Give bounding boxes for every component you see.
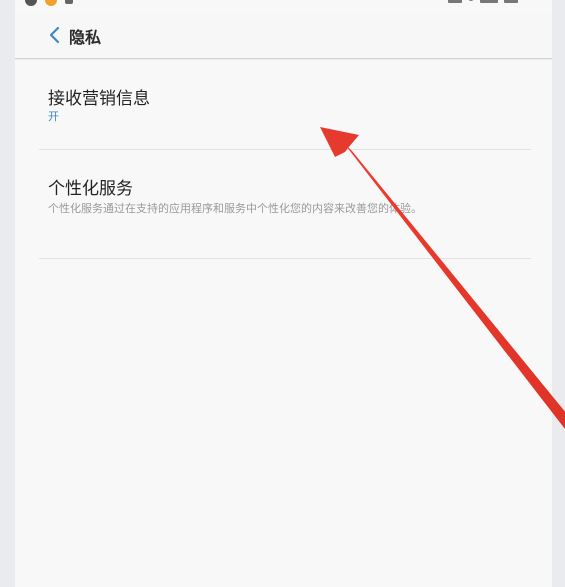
signal-icon <box>480 0 498 3</box>
status-right-icons <box>448 0 518 3</box>
network-icon <box>448 0 462 3</box>
title-bar: 隐私 <box>15 14 552 59</box>
app-notification-icon <box>45 0 57 6</box>
setting-title: 接收营销信息 <box>48 89 150 109</box>
notification-icon <box>25 0 37 6</box>
battery-icon <box>504 0 518 3</box>
chevron-left-icon[interactable] <box>43 23 67 47</box>
left-margin <box>0 0 15 587</box>
screenshot-viewport: 隐私 接收营销信息 开 个性化服务 个性化服务通过在支持的应用程序和服务中个性化… <box>0 0 565 587</box>
setting-title: 个性化服务 <box>48 179 133 199</box>
setting-description: 个性化服务通过在支持的应用程序和服务中个性化您的内容来改善您的体验。 <box>48 202 422 215</box>
wifi-icon <box>468 0 474 1</box>
setting-receive-marketing[interactable]: 接收营销信息 开 <box>39 59 531 150</box>
right-margin <box>552 0 565 587</box>
setting-personalized-service[interactable]: 个性化服务 个性化服务通过在支持的应用程序和服务中个性化您的内容来改善您的体验。 <box>39 150 531 259</box>
status-icon <box>65 0 73 4</box>
status-left-icons <box>25 0 73 6</box>
status-bar <box>15 0 552 14</box>
page-title: 隐私 <box>69 28 102 47</box>
setting-value: 开 <box>48 110 59 123</box>
phone-screen: 隐私 接收营销信息 开 个性化服务 个性化服务通过在支持的应用程序和服务中个性化… <box>15 0 552 587</box>
